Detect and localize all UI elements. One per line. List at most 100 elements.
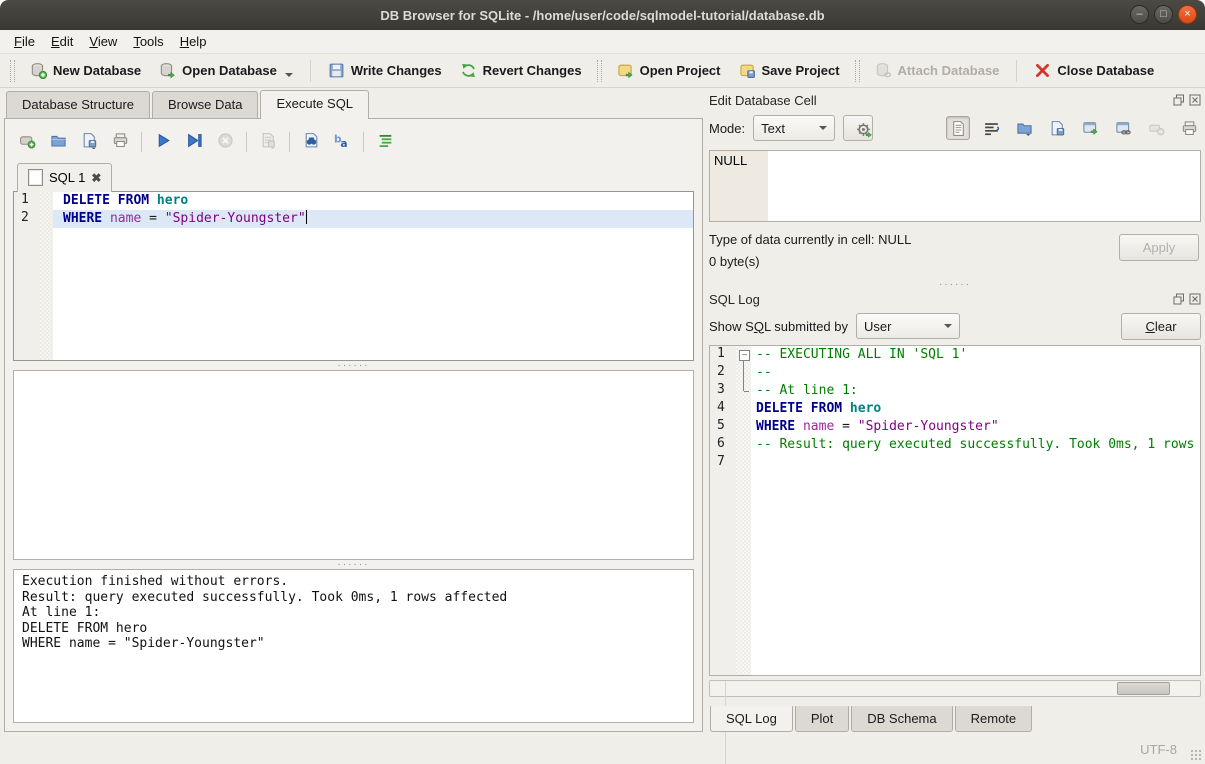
copy-link-button[interactable]	[1111, 116, 1135, 140]
attach-database-label: Attach Database	[898, 63, 1000, 78]
chevron-down-icon	[819, 126, 827, 130]
resize-grip[interactable]	[1190, 749, 1202, 761]
submitted-by-select[interactable]: User	[856, 313, 960, 339]
sql-log-title: SQL Log	[709, 292, 1169, 307]
svg-text:a: a	[340, 137, 347, 149]
editor-code-area[interactable]: DELETE FROM hero WHERE name = "Spider-Yo…	[53, 192, 693, 360]
sql-log-view[interactable]: 1 2 3 4 5 6 7 – -- EXECUTING ALL IN 'SQL…	[709, 345, 1201, 676]
open-project-button[interactable]: Open Project	[608, 58, 730, 83]
line-number: 3	[710, 382, 736, 400]
cell-value-editor[interactable]: NULL	[709, 150, 1201, 222]
tab-database-structure[interactable]: Database Structure	[6, 91, 150, 118]
auto-switch-mode-button[interactable]	[843, 115, 873, 141]
tab-remote[interactable]: Remote	[955, 706, 1033, 732]
splitter-handle[interactable]	[13, 361, 694, 370]
minimize-button[interactable]: –	[1130, 5, 1149, 24]
write-changes-button[interactable]: Write Changes	[319, 58, 451, 83]
message-line: DELETE FROM hero	[22, 621, 685, 637]
sql-code-editor[interactable]: 1 2 DELETE FROM hero WHERE name = "Spide…	[13, 191, 694, 361]
print-cell-button[interactable]	[1177, 116, 1201, 140]
fold-collapse-icon[interactable]: –	[739, 350, 750, 361]
mode-select[interactable]: Text	[753, 115, 835, 141]
execution-message-pane[interactable]: Execution finished without errors. Resul…	[13, 569, 694, 723]
tab-plot[interactable]: Plot	[795, 706, 849, 732]
execute-line-button[interactable]	[184, 132, 204, 152]
save-project-button[interactable]: Save Project	[730, 58, 849, 83]
save-sql-file-button[interactable]	[79, 132, 99, 152]
print-sql-button[interactable]	[110, 132, 130, 152]
filter-label: Show SQL submitted by	[709, 319, 848, 334]
close-dock-icon[interactable]	[1189, 94, 1201, 106]
menu-file[interactable]: File	[6, 31, 43, 52]
toolbar-drag-handle-2[interactable]	[597, 60, 602, 82]
text-mode-icon	[950, 120, 967, 137]
sql-file-icon	[28, 169, 43, 186]
float-dock-icon-2[interactable]	[1173, 293, 1185, 305]
set-null-button[interactable]	[1144, 116, 1168, 140]
line-number: 7	[710, 454, 736, 472]
stop-button[interactable]	[215, 132, 235, 152]
new-database-button[interactable]: New Database	[21, 58, 150, 83]
open-sql-file-button[interactable]	[48, 132, 68, 152]
open-database-button[interactable]: Open Database	[150, 58, 302, 83]
tab-execute-sql[interactable]: Execute SQL	[260, 90, 369, 119]
maximize-button[interactable]: □	[1154, 5, 1173, 24]
find-button[interactable]	[301, 132, 321, 152]
import-data-button[interactable]	[1012, 116, 1036, 140]
open-external-button[interactable]	[1078, 116, 1102, 140]
tab-db-schema[interactable]: DB Schema	[851, 706, 952, 732]
splitter-handle-2[interactable]	[13, 560, 694, 569]
text-cursor	[306, 210, 308, 224]
revert-changes-icon	[460, 62, 477, 79]
close-dock-icon-2[interactable]	[1189, 293, 1201, 305]
message-line: Execution finished without errors.	[22, 574, 685, 590]
log-line: WHERE name = "Spider-Youngster"	[751, 418, 1200, 436]
tab-browse-data[interactable]: Browse Data	[152, 91, 258, 118]
copy-link-icon	[1115, 120, 1132, 137]
editor-fold-margin	[40, 192, 53, 360]
new-database-label: New Database	[53, 63, 141, 78]
toolbar-drag-handle[interactable]	[10, 60, 15, 82]
close-tab-icon[interactable]: ✖	[91, 171, 101, 185]
apply-button[interactable]: Apply	[1119, 234, 1199, 261]
save-project-icon	[739, 62, 756, 79]
export-data-icon	[1049, 120, 1066, 137]
line-number: 4	[710, 400, 736, 418]
sql-1-tab[interactable]: SQL 1 ✖	[17, 163, 112, 192]
scrollbar-thumb[interactable]	[1117, 682, 1170, 695]
results-pane[interactable]	[13, 370, 694, 560]
open-tab-icon	[19, 132, 36, 149]
attach-database-button[interactable]: Attach Database	[866, 58, 1009, 83]
save-results-button[interactable]	[258, 132, 278, 152]
menu-help[interactable]: Help	[172, 31, 215, 52]
comment-lines-button[interactable]	[375, 132, 395, 152]
execute-all-button[interactable]	[153, 132, 173, 152]
window-controls: – □ ×	[1130, 5, 1197, 24]
export-data-button[interactable]	[1045, 116, 1069, 140]
log-fold-margin: –	[736, 346, 751, 675]
right-dock-area: Edit Database Cell Mode: Text	[709, 90, 1201, 732]
dock-splitter-handle[interactable]	[709, 280, 1201, 289]
text-mode-button[interactable]	[946, 116, 970, 140]
float-dock-icon[interactable]	[1173, 94, 1185, 106]
word-wrap-button[interactable]	[979, 116, 1003, 140]
edit-cell-title: Edit Database Cell	[709, 93, 1169, 108]
cell-icon-row	[946, 116, 1201, 140]
toolbar-drag-handle-3[interactable]	[855, 60, 860, 82]
horizontal-scrollbar[interactable]	[709, 680, 1201, 697]
close-button[interactable]: ×	[1178, 5, 1197, 24]
close-database-button[interactable]: Close Database	[1025, 58, 1163, 83]
menu-view[interactable]: View	[81, 31, 125, 52]
save-project-label: Save Project	[762, 63, 840, 78]
tab-sql-log[interactable]: SQL Log	[710, 706, 793, 732]
log-code-area: -- EXECUTING ALL IN 'SQL 1' -- -- At lin…	[751, 346, 1200, 675]
write-changes-icon	[328, 62, 345, 79]
menu-edit[interactable]: Edit	[43, 31, 81, 52]
sql-toolbar-separator-2	[246, 132, 247, 152]
menu-tools[interactable]: Tools	[125, 31, 171, 52]
sql-toolbar-separator-3	[289, 132, 290, 152]
format-button[interactable]: ba	[332, 132, 352, 152]
open-tab-button[interactable]	[17, 132, 37, 152]
revert-changes-button[interactable]: Revert Changes	[451, 58, 591, 83]
clear-button[interactable]: Clear	[1121, 313, 1201, 340]
